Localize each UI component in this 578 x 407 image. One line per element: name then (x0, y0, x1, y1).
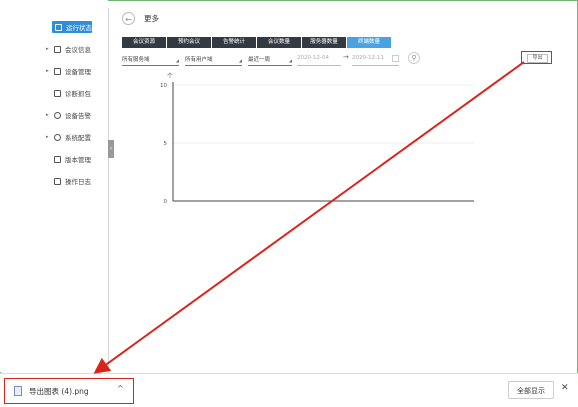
annotation-overlay (93, 61, 525, 374)
annotation-arrow (93, 61, 525, 374)
